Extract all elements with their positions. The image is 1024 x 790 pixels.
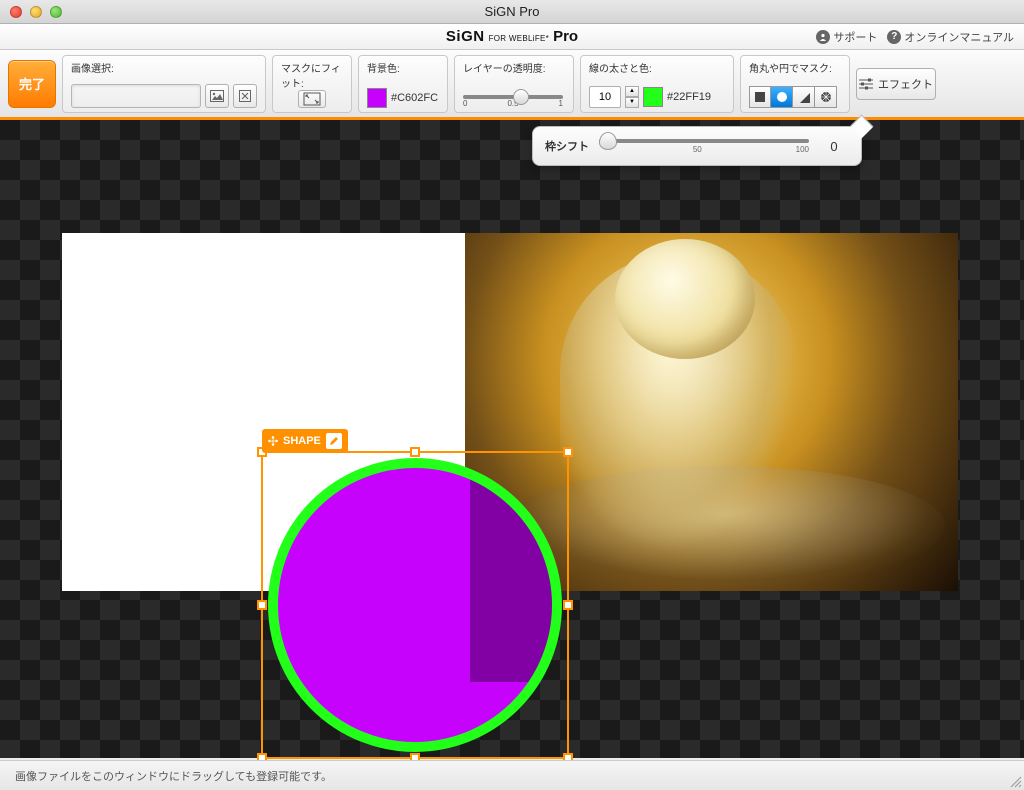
close-icon[interactable] <box>10 6 22 18</box>
frame-shift-popup: 枠シフト 50 100 0 <box>532 126 862 166</box>
shape-badge[interactable]: SHAPE <box>262 429 348 453</box>
bg-color-group: 背景色: #C602FC <box>358 55 448 113</box>
mask-star-button[interactable] <box>815 86 837 108</box>
border-color-hex: #22FF19 <box>667 91 711 103</box>
mask-rounded-button[interactable] <box>793 86 815 108</box>
border-label: 線の太さと色: <box>589 60 725 75</box>
status-hint: 画像ファイルをこのウィンドウにドラッグしても登録可能です。 <box>15 768 332 784</box>
brand-sub: FOR WEBLiFE* <box>489 34 550 43</box>
resize-handle-tr[interactable] <box>563 447 573 457</box>
opacity-slider[interactable] <box>463 95 563 99</box>
header-bar: SiGN FOR WEBLiFE* Pro サポート ? オンラインマニュアル <box>0 24 1024 50</box>
image-select-label: 画像選択: <box>71 60 257 75</box>
edit-shape-button[interactable] <box>326 433 342 449</box>
shape-badge-label: SHAPE <box>283 435 321 447</box>
frame-shift-label: 枠シフト <box>545 138 589 154</box>
toolbar: 完了 画像選択: マスクにフィット: 背景色: #C602FC レイヤーの透明度… <box>0 50 1024 120</box>
fit-mask-label: マスクにフィット: <box>281 60 343 90</box>
frame-shift-slider[interactable] <box>599 139 809 143</box>
titlebar: SiGN Pro <box>0 0 1024 24</box>
image-select-group: 画像選択: <box>62 55 266 113</box>
fit-mask-button[interactable] <box>298 90 326 108</box>
border-color-swatch[interactable] <box>643 87 663 107</box>
done-button[interactable]: 完了 <box>8 60 56 108</box>
mask-circle-button[interactable] <box>771 86 793 108</box>
bg-color-label: 背景色: <box>367 60 439 75</box>
clear-image-button[interactable] <box>233 84 257 108</box>
resize-grip-icon[interactable] <box>1008 774 1022 788</box>
frame-shift-thumb[interactable] <box>599 132 617 150</box>
brand-main: SiGN <box>446 28 485 45</box>
brand-pro: Pro <box>553 28 578 45</box>
resize-handle-l[interactable] <box>257 600 267 610</box>
manual-link[interactable]: ? オンラインマニュアル <box>887 29 1014 45</box>
selection-bounds[interactable] <box>261 451 569 759</box>
window-controls <box>0 6 62 18</box>
layer-opacity-group: レイヤーの透明度: 0 0.5 1 <box>454 55 574 113</box>
canvas[interactable]: SHAPE <box>0 120 1024 758</box>
support-label: サポート <box>833 29 877 45</box>
border-width-stepper: ▲ ▼ <box>625 86 639 108</box>
opacity-min: 0 <box>463 99 467 108</box>
border-group: 線の太さと色: ▲ ▼ #22FF19 <box>580 55 734 113</box>
image-path-input[interactable] <box>71 84 201 108</box>
opacity-max: 1 <box>559 99 563 108</box>
sliders-icon <box>859 78 873 90</box>
resize-handle-r[interactable] <box>563 600 573 610</box>
layer-opacity-label: レイヤーの透明度: <box>463 60 565 75</box>
bg-color-swatch[interactable] <box>367 88 387 108</box>
manual-label: オンラインマニュアル <box>904 29 1014 45</box>
frame-shift-value: 0 <box>819 139 849 154</box>
minimize-icon[interactable] <box>30 6 42 18</box>
mask-shape-label: 角丸や円でマスク: <box>749 60 841 75</box>
window-title: SiGN Pro <box>485 4 540 19</box>
shift-tick-max: 100 <box>796 145 809 154</box>
brand-logo: SiGN FOR WEBLiFE* Pro <box>446 28 578 45</box>
pencil-icon <box>329 436 339 446</box>
border-width-input[interactable] <box>589 86 621 108</box>
status-bar: 画像ファイルをこのウィンドウにドラッグしても登録可能です。 <box>0 760 1024 790</box>
help-icon: ? <box>887 30 901 44</box>
browse-image-button[interactable] <box>205 84 229 108</box>
mask-shape-group: 角丸や円でマスク: <box>740 55 850 113</box>
effect-button[interactable]: エフェクト <box>856 68 936 100</box>
bg-color-hex: #C602FC <box>391 92 438 104</box>
fit-mask-group: マスクにフィット: <box>272 55 352 113</box>
stepper-down-button[interactable]: ▼ <box>625 97 639 108</box>
effect-label: エフェクト <box>878 76 933 92</box>
header-links: サポート ? オンラインマニュアル <box>816 29 1014 45</box>
resize-handle-t[interactable] <box>410 447 420 457</box>
support-link[interactable]: サポート <box>816 29 877 45</box>
shift-tick-mid: 50 <box>693 145 702 154</box>
opacity-slider-thumb[interactable] <box>513 89 529 105</box>
user-icon <box>816 30 830 44</box>
move-icon <box>268 436 278 446</box>
stepper-up-button[interactable]: ▲ <box>625 86 639 97</box>
mask-square-button[interactable] <box>749 86 771 108</box>
zoom-icon[interactable] <box>50 6 62 18</box>
